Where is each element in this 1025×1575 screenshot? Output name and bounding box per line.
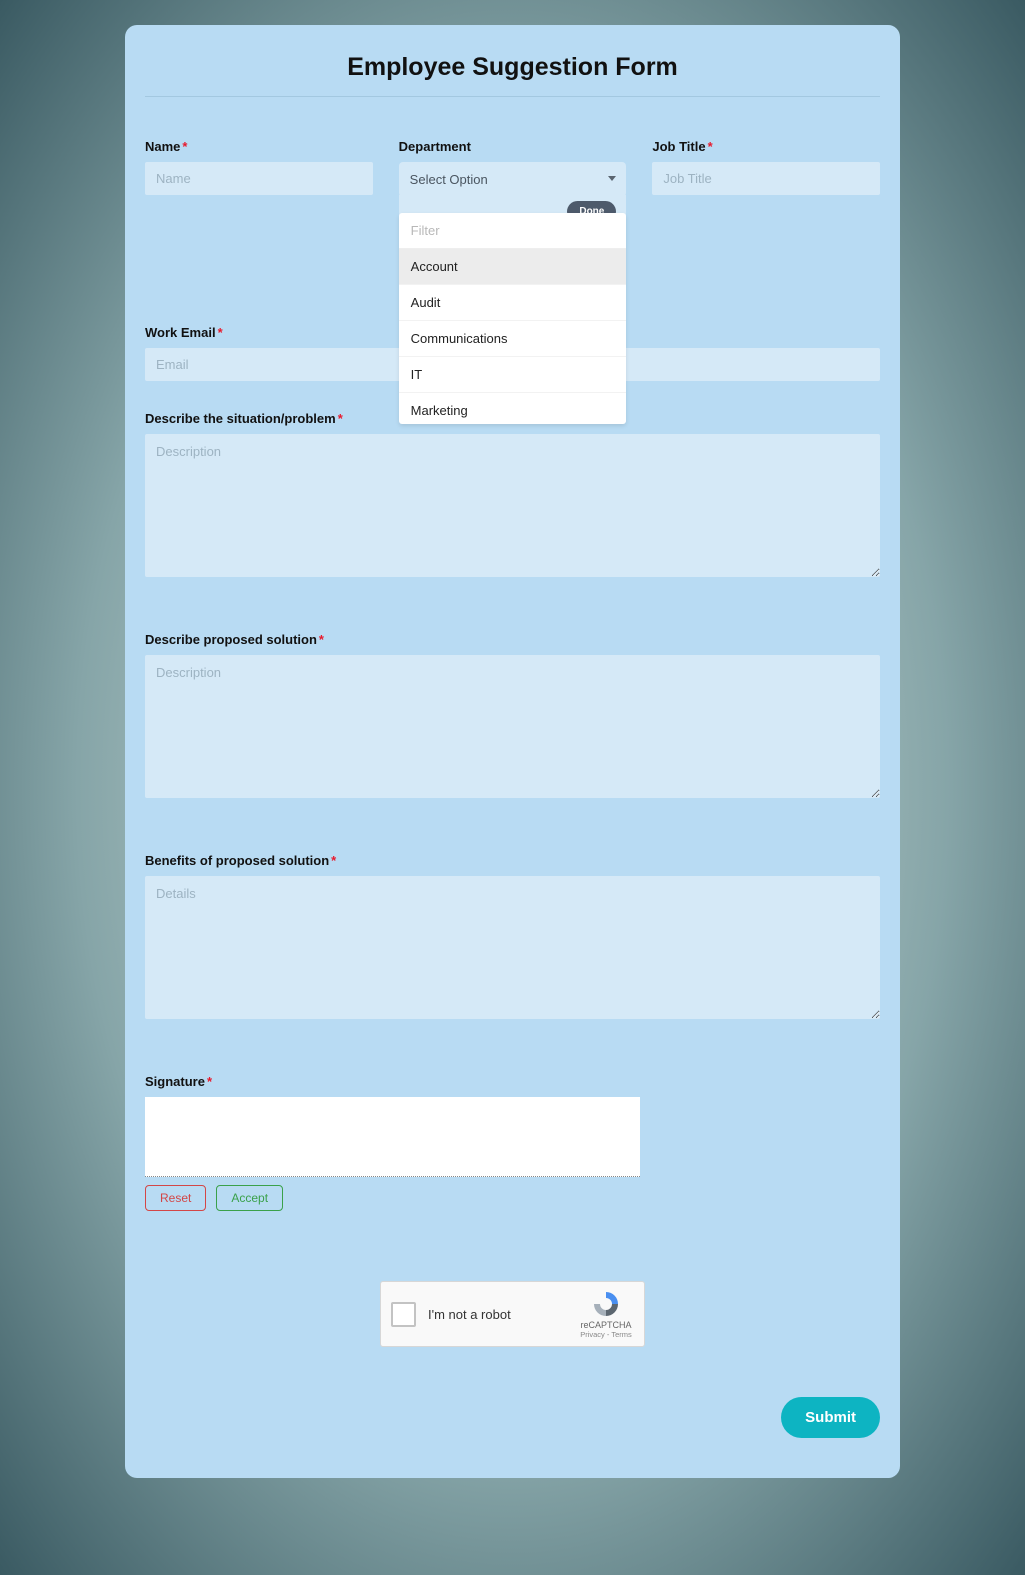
reset-button[interactable]: Reset bbox=[145, 1185, 206, 1211]
label-signature-text: Signature bbox=[145, 1074, 205, 1089]
label-department: Department bbox=[399, 139, 627, 154]
field-situation: Describe the situation/problem* bbox=[145, 411, 880, 582]
label-name-text: Name bbox=[145, 139, 180, 154]
row-top: Name* Department Select Option Done Filt… bbox=[145, 139, 880, 230]
label-job-title: Job Title* bbox=[652, 139, 880, 154]
dropdown-option[interactable]: Communications bbox=[399, 321, 627, 357]
dropdown-option[interactable]: Audit bbox=[399, 285, 627, 321]
field-benefits: Benefits of proposed solution* bbox=[145, 853, 880, 1024]
label-benefits-text: Benefits of proposed solution bbox=[145, 853, 329, 868]
required-mark: * bbox=[331, 853, 336, 868]
solution-textarea[interactable] bbox=[145, 655, 880, 798]
name-input[interactable] bbox=[145, 162, 373, 195]
dropdown-list[interactable]: Account Audit Communications IT Marketin… bbox=[399, 249, 627, 424]
required-mark: * bbox=[207, 1074, 212, 1089]
field-signature: Signature* Reset Accept bbox=[145, 1074, 880, 1211]
field-job-title: Job Title* bbox=[652, 139, 880, 230]
job-title-input[interactable] bbox=[652, 162, 880, 195]
label-name: Name* bbox=[145, 139, 373, 154]
recaptcha-container: I'm not a robot reCAPTCHA Privacy - Term… bbox=[145, 1281, 880, 1347]
label-situation-text: Describe the situation/problem bbox=[145, 411, 336, 426]
form-card: Employee Suggestion Form Name* Departmen… bbox=[125, 25, 900, 1478]
field-solution: Describe proposed solution* bbox=[145, 632, 880, 803]
dropdown-option[interactable]: IT bbox=[399, 357, 627, 393]
field-name: Name* bbox=[145, 139, 373, 230]
dropdown-filter-input[interactable]: Filter bbox=[399, 213, 627, 249]
label-solution-text: Describe proposed solution bbox=[145, 632, 317, 647]
required-mark: * bbox=[338, 411, 343, 426]
label-work-email-text: Work Email bbox=[145, 325, 216, 340]
recaptcha-badge: reCAPTCHA Privacy - Terms bbox=[578, 1289, 634, 1339]
recaptcha-widget: I'm not a robot reCAPTCHA Privacy - Term… bbox=[380, 1281, 645, 1347]
recaptcha-brand: reCAPTCHA bbox=[578, 1320, 634, 1330]
required-mark: * bbox=[319, 632, 324, 647]
label-job-title-text: Job Title bbox=[652, 139, 705, 154]
dropdown-option[interactable]: Account bbox=[399, 249, 627, 285]
chevron-down-icon bbox=[608, 176, 616, 181]
required-mark: * bbox=[708, 139, 713, 154]
submit-button[interactable]: Submit bbox=[781, 1397, 880, 1438]
required-mark: * bbox=[182, 139, 187, 154]
accept-button[interactable]: Accept bbox=[216, 1185, 283, 1211]
department-select[interactable]: Select Option bbox=[399, 162, 627, 197]
submit-row: Submit bbox=[145, 1397, 880, 1438]
recaptcha-checkbox[interactable] bbox=[391, 1302, 416, 1327]
department-selected-text: Select Option bbox=[410, 172, 488, 187]
recaptcha-links[interactable]: Privacy - Terms bbox=[578, 1330, 634, 1339]
label-benefits: Benefits of proposed solution* bbox=[145, 853, 880, 868]
recaptcha-label: I'm not a robot bbox=[428, 1307, 578, 1322]
signature-buttons: Reset Accept bbox=[145, 1185, 880, 1211]
situation-textarea[interactable] bbox=[145, 434, 880, 577]
required-mark: * bbox=[218, 325, 223, 340]
field-department: Department Select Option Done Filter Acc… bbox=[399, 139, 627, 230]
signature-pad[interactable] bbox=[145, 1097, 640, 1177]
recaptcha-icon bbox=[591, 1289, 621, 1319]
form-title: Employee Suggestion Form bbox=[145, 53, 880, 97]
benefits-textarea[interactable] bbox=[145, 876, 880, 1019]
department-dropdown-panel: Filter Account Audit Communications IT M… bbox=[399, 213, 627, 424]
label-signature: Signature* bbox=[145, 1074, 880, 1089]
label-solution: Describe proposed solution* bbox=[145, 632, 880, 647]
dropdown-option[interactable]: Marketing bbox=[399, 393, 627, 424]
